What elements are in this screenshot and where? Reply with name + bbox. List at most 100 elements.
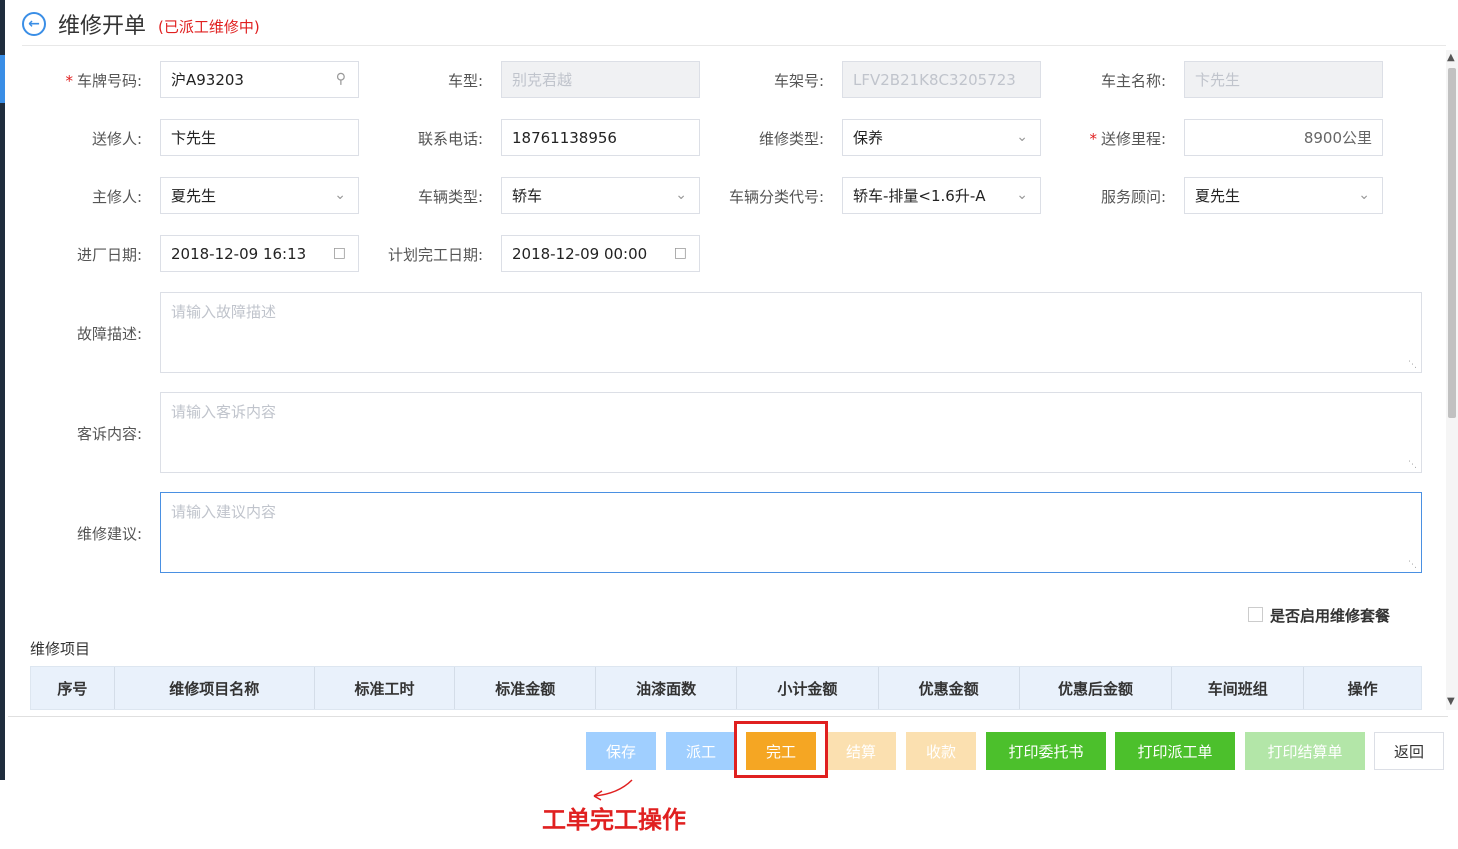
package-checkbox-label[interactable]: 是否启用维修套餐 [1270,605,1390,626]
chevron-down-icon: ⌄ [1016,187,1028,203]
model-value: 别克君越 [512,71,573,89]
fault-placeholder: 请输入故障描述 [171,303,277,321]
dispatch-button[interactable]: 派工 [666,732,736,770]
vehicle-class-label: 车辆分类代号: [728,188,824,206]
page-header: ← 维修开单 (已派工维修中) [22,8,260,40]
owner-value: 卞先生 [1195,71,1241,89]
status-badge: (已派工维修中) [158,17,260,36]
repair-order-window: ← 维修开单 (已派工维修中) * 车牌号码: 沪A93203 ⚲ 车型: 别克君越… [0,0,1458,849]
nav-active-indicator [0,55,5,103]
repair-type-select[interactable]: 保养 ⌄ [842,119,1041,156]
page-title: 维修开单 [58,14,147,39]
print-settlement-button[interactable]: 打印结算单 [1245,732,1365,770]
advice-placeholder: 请输入建议内容 [171,503,277,521]
fault-label: 故障描述: [76,325,142,343]
mileage-input[interactable]: 8900公里 [1184,119,1383,156]
phone-label: 联系电话: [417,130,483,148]
model-label: 车型: [447,72,483,90]
plate-label-text: 车牌号码: [76,72,142,90]
model-input: 别克君越 [501,61,700,98]
repair-items-title: 维修项目 [30,640,91,658]
package-checkbox[interactable] [1248,607,1263,622]
complaint-placeholder: 请输入客诉内容 [171,403,277,421]
repair-items-table-header: 序号 维修项目名称 标准工时 标准金额 油漆面数 小计金额 优惠金额 优惠后金额… [30,666,1422,710]
column-header: 序号 [31,667,115,709]
return-button[interactable]: 返回 [1374,732,1444,770]
advice-textarea[interactable]: 请输入建议内容 ⋱ [160,492,1422,573]
search-icon[interactable]: ⚲ [336,71,346,87]
column-header: 操作 [1347,679,1378,698]
chevron-down-icon: ⌄ [1358,187,1370,203]
chevron-down-icon: ⌄ [675,187,687,203]
fault-textarea[interactable]: 请输入故障描述 ⋱ [160,292,1422,373]
complaint-label: 客诉内容: [76,425,142,443]
phone-input[interactable]: 18761138956 [501,119,700,156]
scroll-up-icon[interactable]: ▲ [1447,52,1455,63]
scrollbar-thumb[interactable] [1448,68,1456,418]
annotation-arrow-icon [593,779,633,801]
mileage-label-text: 送修里程: [1100,130,1166,148]
vehicle-type-select[interactable]: 轿车 ⌄ [501,177,700,214]
calendar-icon: □ [332,245,346,261]
entry-date-picker[interactable]: 2018-12-09 16:13 □ [160,235,359,272]
mechanic-value: 夏先生 [171,187,217,205]
scroll-down-icon[interactable]: ▼ [1447,696,1455,707]
vin-input: LFV2B21K8C3205723 [842,61,1041,98]
sender-label: 送修人: [91,130,142,148]
arrow-left-circle-icon[interactable]: ← [22,12,46,36]
advice-label: 维修建议: [76,525,142,543]
repair-type-value: 保养 [853,129,884,147]
resize-grip-icon[interactable]: ⋱ [1408,460,1417,470]
annotation-highlight-box [734,721,828,778]
vehicle-type-label: 车辆类型: [417,188,483,206]
column-header: 标准工时 [315,667,456,709]
plate-input[interactable]: 沪A93203 ⚲ [160,61,359,98]
mechanic-label: 主修人: [91,188,142,206]
column-header: 车间班组 [1172,667,1305,709]
left-nav-edge [0,0,8,780]
required-mark: * [1089,130,1097,148]
resize-grip-icon[interactable]: ⋱ [1408,360,1417,370]
column-header: 维修项目名称 [115,667,315,709]
sender-input[interactable]: 卞先生 [160,119,359,156]
advisor-value: 夏先生 [1195,187,1241,205]
resize-grip-icon[interactable]: ⋱ [1408,560,1417,570]
annotation-text: 工单完工操作 [542,806,686,834]
print-dispatch-button[interactable]: 打印派工单 [1115,732,1235,770]
print-authorization-button[interactable]: 打印委托书 [986,732,1106,770]
entry-date-value: 2018-12-09 16:13 [171,244,307,263]
entry-date-label: 进厂日期: [76,246,142,264]
advisor-select[interactable]: 夏先生 ⌄ [1184,177,1383,214]
phone-value: 18761138956 [512,128,617,147]
vin-value: LFV2B21K8C3205723 [853,70,1016,89]
column-header: 小计金额 [737,667,879,709]
collect-payment-button[interactable]: 收款 [906,732,976,770]
mileage-label: * 送修里程: [1060,128,1166,149]
calendar-icon: □ [673,245,687,261]
vehicle-class-select[interactable]: 轿车-排量<1.6升-A ⌄ [842,177,1041,214]
plate-label: * 车牌号码: [40,70,142,91]
column-header: 标准金额 [455,667,597,709]
required-mark: * [65,72,73,90]
owner-input: 卞先生 [1184,61,1383,98]
repair-type-label: 维修类型: [758,130,824,148]
sender-value: 卞先生 [171,129,217,147]
header-divider [22,45,1446,46]
mileage-value: 8900公里 [1303,129,1372,147]
chevron-down-icon: ⌄ [334,187,346,203]
vehicle-type-value: 轿车 [512,187,543,205]
vehicle-class-value: 轿车-排量<1.6升-A [853,187,986,205]
plan-date-label: 计划完工日期: [387,246,483,264]
plan-date-picker[interactable]: 2018-12-09 00:00 □ [501,235,700,272]
owner-label: 车主名称: [1100,72,1166,90]
advisor-label: 服务顾问: [1100,188,1166,206]
chevron-down-icon: ⌄ [1016,129,1028,145]
complaint-textarea[interactable]: 请输入客诉内容 ⋱ [160,392,1422,473]
mechanic-select[interactable]: 夏先生 ⌄ [160,177,359,214]
plan-date-value: 2018-12-09 00:00 [512,244,648,263]
save-button[interactable]: 保存 [586,732,656,770]
vertical-scrollbar[interactable]: ▲ ▼ [1446,50,1458,710]
column-header: 优惠金额 [879,667,1020,709]
settle-button[interactable]: 结算 [826,732,896,770]
plate-value: 沪A93203 [171,71,244,89]
